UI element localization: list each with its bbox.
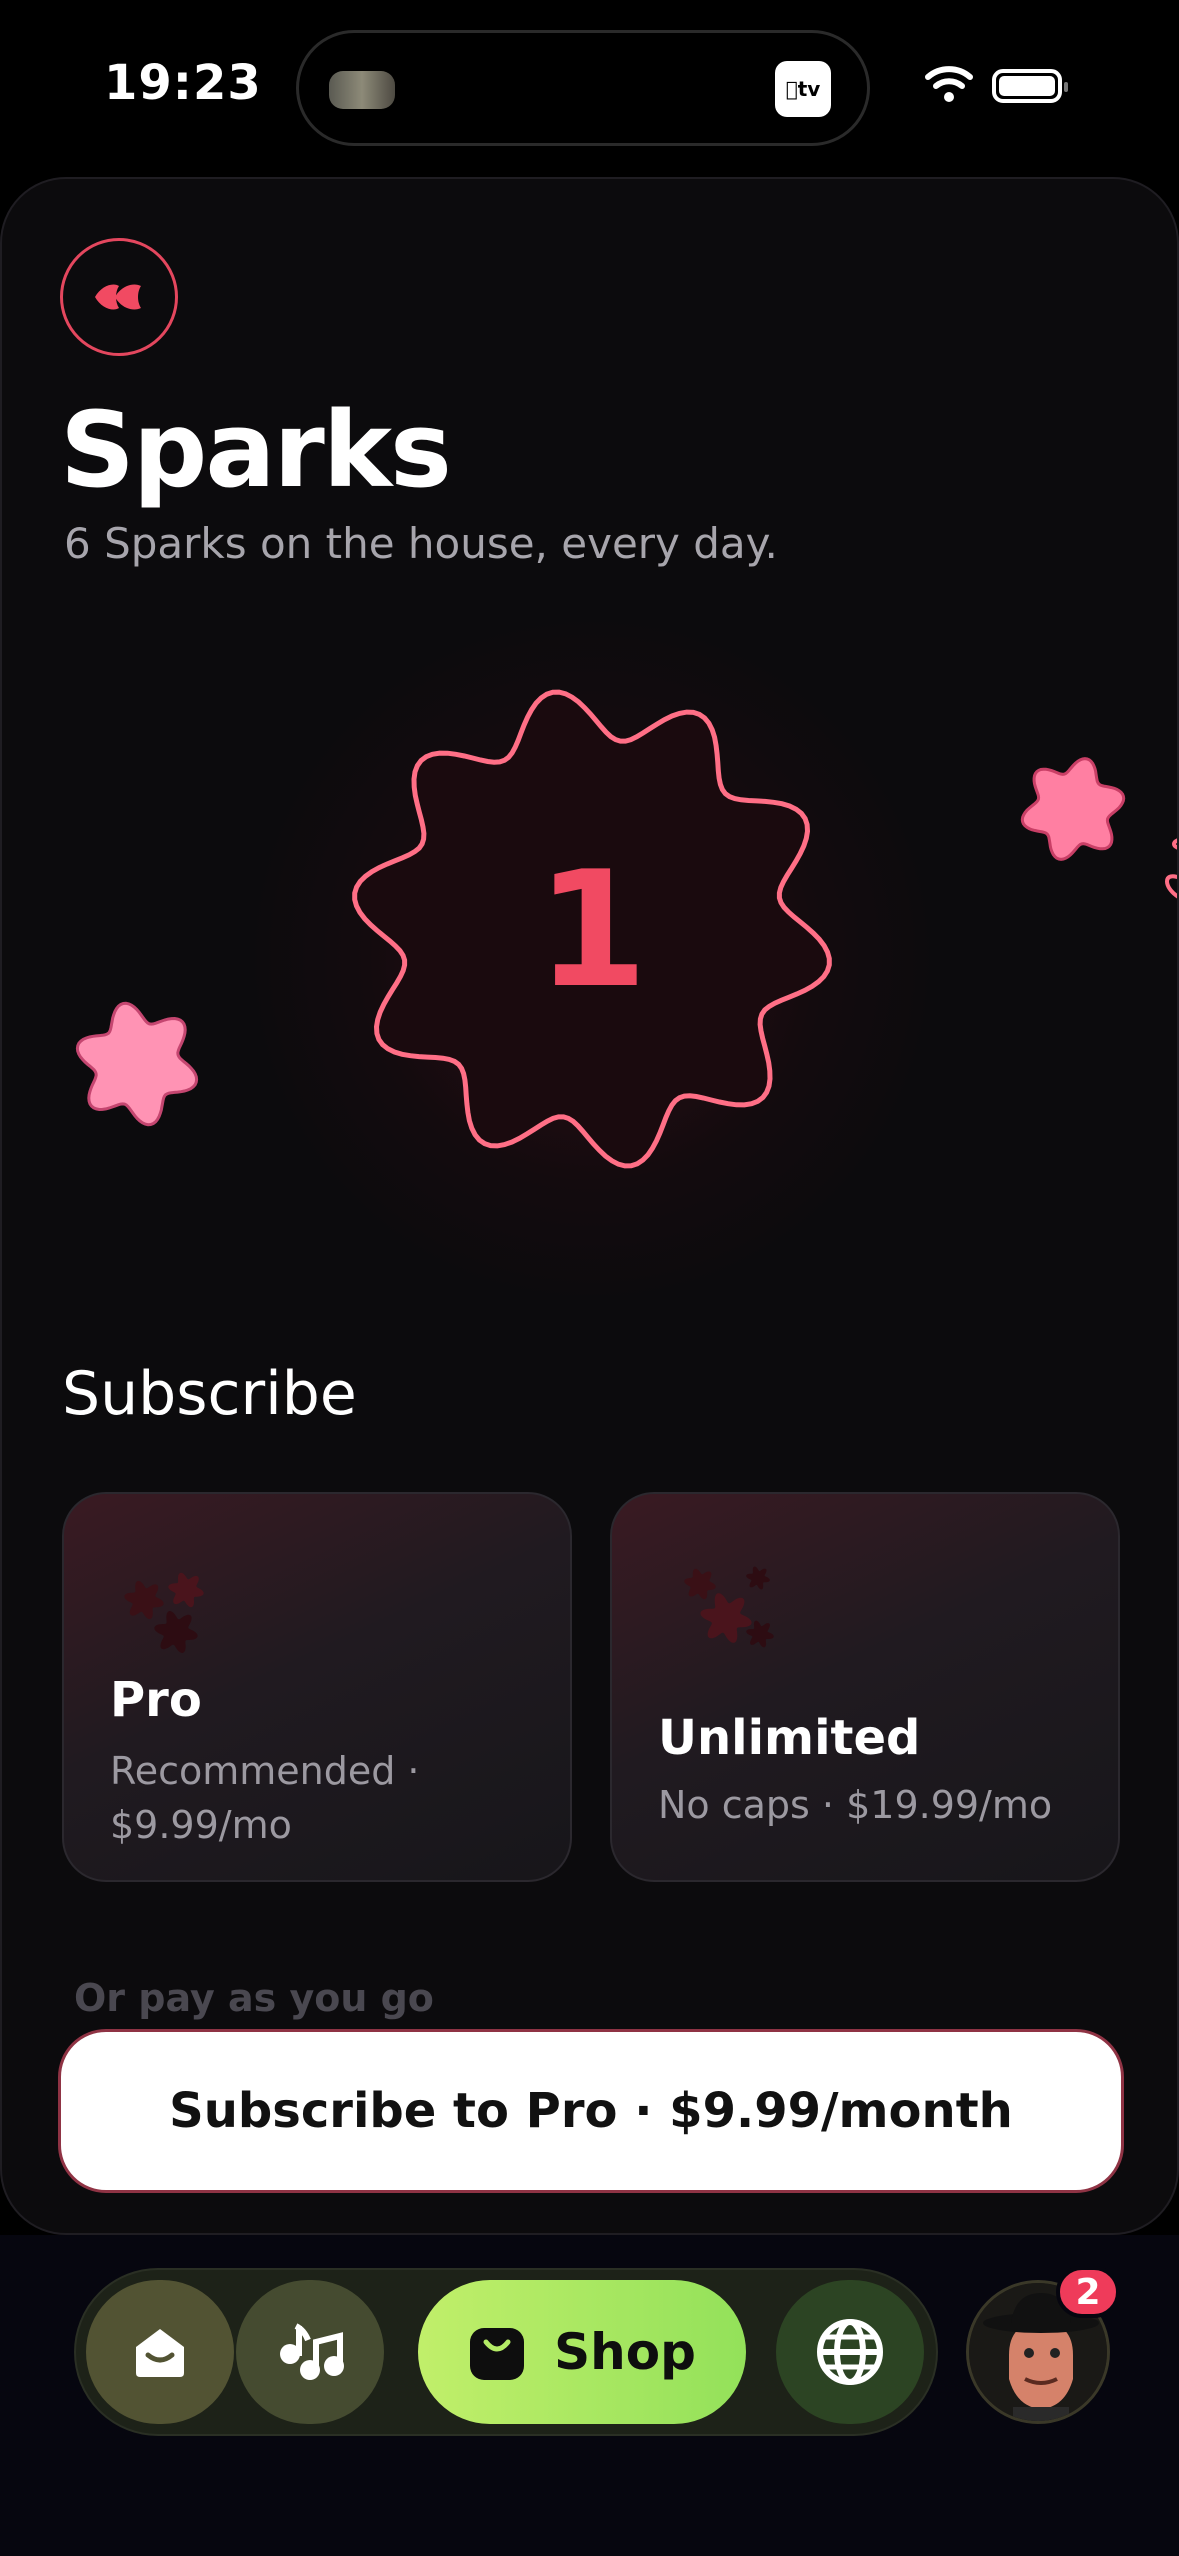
plan-description: Recommended · (110, 1749, 420, 1793)
pay-as-you-go-heading: Or pay as you go (74, 1976, 434, 2020)
apple-tv-icon: tv (775, 61, 831, 117)
globe-icon (817, 2319, 883, 2385)
plan-description: No caps · $19.99/mo (658, 1783, 1053, 1827)
sparks-cluster-icon (684, 1566, 774, 1648)
floating-spark-icon (1020, 757, 1126, 861)
wifi-icon (925, 66, 973, 102)
floating-spark-edge-icon (1165, 838, 1177, 899)
music-icon (280, 2323, 344, 2380)
tab-explore[interactable] (776, 2280, 924, 2424)
sparks-cluster-icon (124, 1572, 204, 1653)
now-playing-thumbnail (329, 71, 395, 109)
page-title: Sparks (60, 389, 452, 511)
home-icon (136, 2329, 184, 2377)
plan-price: $9.99/mo (110, 1803, 292, 1847)
plan-card-pro[interactable]: Pro Recommended · $9.99/mo (62, 1492, 572, 1882)
plan-card-unlimited[interactable]: Unlimited No caps · $19.99/mo (610, 1492, 1120, 1882)
sparks-sheet: Sparks 6 Sparks on the house, every day.… (0, 177, 1179, 2235)
tab-shop[interactable]: Shop (418, 2280, 746, 2424)
battery-icon (992, 69, 1068, 103)
subscribe-pro-button[interactable]: Subscribe to Pro · $9.99/month (58, 2029, 1124, 2193)
plan-name: Pro (110, 1672, 202, 1728)
status-bar: 19:23 tv (0, 0, 1179, 170)
dynamic-island[interactable]: tv (296, 30, 870, 146)
notification-badge: 2 (1056, 2266, 1120, 2318)
page-subtitle: 6 Sparks on the house, every day. (64, 519, 778, 568)
spark-count: 1 (536, 835, 648, 1023)
status-time: 19:23 (104, 55, 262, 111)
subscribe-heading: Subscribe (62, 1359, 357, 1429)
island-app-label: tv (791, 77, 821, 101)
tab-shop-label: Shop (554, 2323, 696, 2381)
tab-home[interactable] (86, 2280, 234, 2424)
floating-spark-icon (75, 1001, 199, 1127)
shopping-bag-icon (470, 2328, 525, 2380)
plan-name: Unlimited (658, 1710, 921, 1766)
tab-music[interactable] (236, 2280, 384, 2424)
back-button[interactable] (60, 238, 178, 356)
rewind-icon (95, 284, 141, 310)
